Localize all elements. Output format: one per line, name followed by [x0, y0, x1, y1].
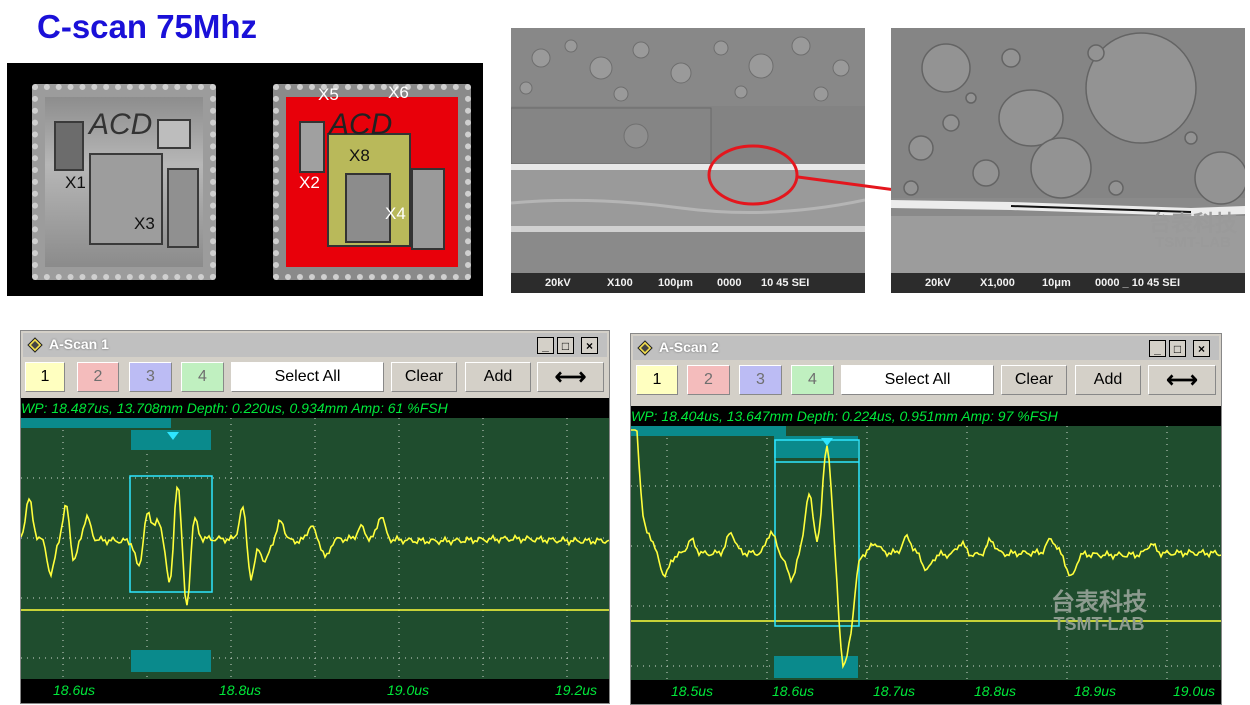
ascan1-waveform — [21, 418, 609, 679]
maximize-icon[interactable]: □ — [557, 337, 574, 354]
ascan1-window: A-Scan 1 _ □ × 1 2 3 4 Select All Clear … — [20, 330, 610, 704]
select-all-button[interactable]: Select All — [841, 365, 994, 395]
ascan1-x-axis: 18.6us 18.8us 19.0us 19.2us — [21, 679, 609, 703]
highlight-ellipse — [707, 144, 799, 206]
ascan1-title: A-Scan 1 — [49, 336, 109, 352]
channel-button-3[interactable]: 3 — [129, 362, 172, 392]
marker-x3: X3 — [134, 214, 155, 233]
ascan1-plot[interactable] — [21, 418, 609, 679]
gate-marker-bottom — [131, 650, 211, 672]
channel-button-2[interactable]: 2 — [687, 365, 730, 395]
sem-x100-info-bar: 20kV X100 100μm 0000 10 45 SEI — [511, 273, 865, 293]
minimize-icon[interactable]: _ — [1149, 340, 1166, 357]
ascan2-titlebar[interactable]: A-Scan 2 _ □ × — [633, 336, 1219, 360]
sem-x100-mag: X100 — [607, 277, 633, 289]
sem-x100-id: 0000 — [717, 277, 742, 289]
ascan1-tick: 18.6us — [53, 682, 96, 698]
sem-x1000-scale: 10μm — [1042, 277, 1071, 289]
double-arrow-icon[interactable]: ⟷ — [537, 362, 604, 392]
ascan2-tick: 18.8us — [974, 683, 1017, 699]
gate-box — [774, 439, 860, 627]
ascan2-x-axis: 18.5us 18.6us 18.7us 18.8us 18.9us 19.0u… — [631, 680, 1221, 704]
ascan2-tick: 18.7us — [873, 683, 916, 699]
channel-button-4[interactable]: 4 — [791, 365, 834, 395]
select-all-button[interactable]: Select All — [231, 362, 384, 392]
ascan2-tick: 18.5us — [671, 683, 714, 699]
sem-image-x1000: 台表科技 TSMT-LAB 20kV X1,000 10μm 0000 _ 10… — [891, 28, 1245, 293]
cscan-image: ACD X1 X3 ACD X5 X6 X8 X2 X4 — [7, 63, 483, 296]
ascan2-window: A-Scan 2 _ □ × 1 2 3 4 Select All Clear … — [630, 333, 1222, 705]
waveform-trace — [21, 485, 609, 606]
ascan1-status-readout: WP: 18.487us, 13.708mm Depth: 0.220us, 0… — [21, 398, 609, 418]
marker-x4: X4 — [385, 204, 406, 223]
add-button[interactable]: Add — [1075, 365, 1141, 395]
gate-bar — [21, 418, 171, 428]
ascan1-titlebar[interactable]: A-Scan 1 _ □ × — [23, 333, 607, 357]
ascan2-tick: 18.6us — [772, 683, 815, 699]
clear-button[interactable]: Clear — [1001, 365, 1067, 395]
channel-button-1[interactable]: 1 — [25, 362, 65, 392]
marker-x1: X1 — [65, 173, 86, 192]
maximize-icon[interactable]: □ — [1169, 340, 1186, 357]
sem-x1000-kv: 20kV — [925, 277, 951, 289]
ascan2-plot[interactable] — [631, 426, 1221, 680]
page-title: C-scan 75Mhz — [37, 8, 258, 45]
marker-x8: X8 — [349, 146, 370, 165]
ascan2-waveform — [631, 426, 1221, 680]
diamond-app-icon — [637, 340, 653, 356]
chip-mark-left: ACD — [89, 108, 153, 141]
sem-x1000-mag: X1,000 — [980, 277, 1015, 289]
ascan2-tick: 18.9us — [1074, 683, 1117, 699]
marker-x2: X2 — [299, 173, 320, 192]
watermark-sem: 台表科技 TSMT-LAB — [1148, 211, 1237, 252]
gate-bar — [631, 426, 786, 436]
minimize-icon[interactable]: _ — [537, 337, 554, 354]
watermark-ascan: 台表科技 TSMT-LAB — [1051, 589, 1147, 635]
diamond-app-icon — [27, 337, 43, 353]
ascan2-status-readout: WP: 18.404us, 13.647mm Depth: 0.224us, 0… — [631, 406, 1221, 426]
marker-x5: X5 — [318, 85, 339, 104]
close-icon[interactable]: × — [1193, 340, 1210, 357]
sem-x1000-info-bar: 20kV X1,000 10μm 0000 _ 10 45 SEI — [891, 273, 1245, 293]
sem-x100-scale: 100μm — [658, 277, 693, 289]
close-icon[interactable]: × — [581, 337, 598, 354]
sem-x100-wd: 10 45 SEI — [761, 277, 810, 289]
ascan1-tick: 19.0us — [387, 682, 430, 698]
sem-x100-kv: 20kV — [545, 277, 571, 289]
ascan1-tick: 19.2us — [555, 682, 598, 698]
ascan2-title: A-Scan 2 — [659, 339, 719, 355]
marker-x6: X6 — [388, 83, 409, 102]
ascan1-tick: 18.8us — [219, 682, 262, 698]
clear-button[interactable]: Clear — [391, 362, 457, 392]
add-button[interactable]: Add — [465, 362, 531, 392]
channel-button-1[interactable]: 1 — [636, 365, 678, 395]
double-arrow-icon[interactable]: ⟷ — [1148, 365, 1216, 395]
ascan2-tick: 19.0us — [1173, 683, 1216, 699]
channel-button-2[interactable]: 2 — [77, 362, 119, 392]
channel-button-4[interactable]: 4 — [181, 362, 224, 392]
sem-image-x100: 20kV X100 100μm 0000 10 45 SEI — [511, 28, 865, 293]
chip-mark-right: ACD — [329, 108, 393, 141]
sem-x1000-id: 0000 _ 10 45 SEI — [1095, 277, 1181, 289]
channel-button-3[interactable]: 3 — [739, 365, 782, 395]
